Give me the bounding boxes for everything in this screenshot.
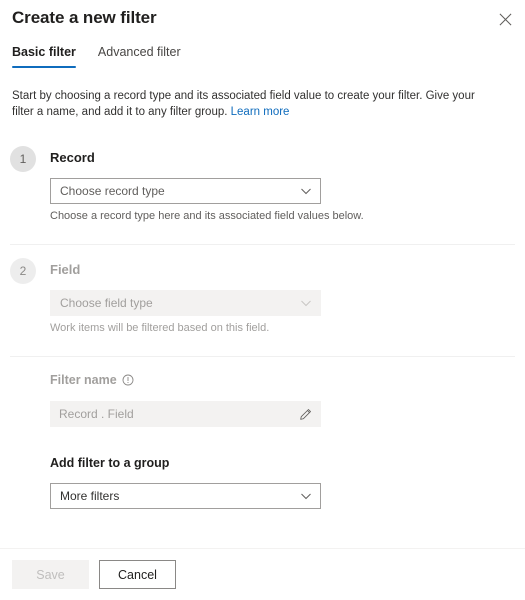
info-circle-icon[interactable] (122, 374, 134, 386)
filter-group-dropdown[interactable]: More filters (50, 483, 321, 509)
close-button[interactable] (491, 5, 519, 33)
field-hint-text: Work items will be filtered based on thi… (50, 322, 270, 334)
divider-1 (10, 244, 515, 245)
record-hint-text: Choose a record type here and its associ… (50, 210, 364, 222)
create-filter-panel: Create a new filter Basic filter Advance… (0, 0, 525, 600)
filter-group-section: Add filter to a group More filters (50, 456, 321, 509)
filter-name-section: Filter name (50, 372, 321, 427)
step-label-record: Record (50, 150, 95, 165)
filter-group-dropdown-value: More filters (60, 489, 120, 503)
filter-group-label: Add filter to a group (50, 456, 170, 470)
step-label-field: Field (50, 262, 81, 277)
tab-basic-filter[interactable]: Basic filter (12, 45, 76, 68)
filter-name-input[interactable] (59, 407, 297, 421)
panel-footer: Save Cancel (0, 549, 525, 600)
page-title: Create a new filter (12, 8, 157, 27)
filter-type-tabs: Basic filter Advanced filter (12, 45, 181, 68)
step-number-badge-1: 1 (10, 146, 36, 172)
filter-name-input-wrap (50, 401, 321, 427)
filter-name-label: Filter name (50, 373, 117, 387)
tab-advanced-filter[interactable]: Advanced filter (98, 45, 181, 68)
chevron-down-icon (300, 490, 312, 502)
chevron-down-icon (300, 185, 312, 197)
step-number-badge-2: 2 (10, 258, 36, 284)
close-icon (499, 13, 512, 26)
divider-2 (10, 356, 515, 357)
pencil-icon (299, 408, 312, 421)
record-type-dropdown-value: Choose record type (60, 184, 165, 198)
filter-name-edit-button[interactable] (297, 406, 313, 422)
field-type-dropdown[interactable]: Choose field type (50, 290, 321, 316)
panel-header: Create a new filter (0, 0, 525, 40)
filter-name-label-row: Filter name (50, 372, 321, 388)
field-type-dropdown-value: Choose field type (60, 296, 153, 310)
learn-more-link[interactable]: Learn more (231, 106, 290, 118)
record-type-dropdown[interactable]: Choose record type (50, 178, 321, 204)
cancel-button[interactable]: Cancel (99, 560, 176, 589)
save-button[interactable]: Save (12, 560, 89, 589)
panel-description: Start by choosing a record type and its … (12, 88, 492, 120)
chevron-down-icon (300, 297, 312, 309)
